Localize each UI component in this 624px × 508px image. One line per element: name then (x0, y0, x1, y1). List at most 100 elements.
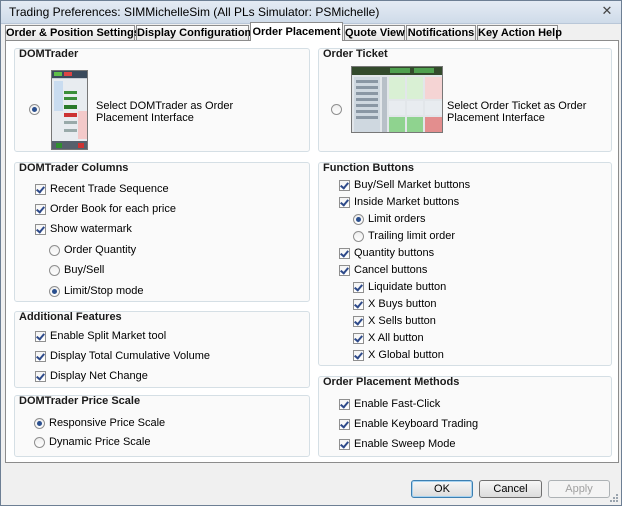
checkbox-box[interactable] (339, 196, 350, 208)
checkbox-label: Enable Sweep Mode (354, 438, 456, 450)
x-global-checkbox[interactable]: X Global button (353, 349, 444, 361)
placement-methods-group: Order Placement Methods Enable Fast-Clic… (318, 376, 612, 457)
buy-sell-market-checkbox[interactable]: Buy/Sell Market buttons (339, 179, 470, 191)
limit-orders-radio[interactable]: Limit orders (353, 213, 425, 225)
checkbox-box[interactable] (353, 315, 364, 327)
recent-trade-sequence-checkbox[interactable]: Recent Trade Sequence (35, 183, 169, 195)
checkbox-label: Recent Trade Sequence (50, 183, 169, 195)
title-bar: Trading Preferences: SIMMichelleSim (All… (1, 1, 621, 24)
fast-click-checkbox[interactable]: Enable Fast-Click (339, 398, 440, 410)
inside-market-checkbox[interactable]: Inside Market buttons (339, 196, 459, 208)
checkbox-box[interactable] (35, 350, 46, 362)
radio-label: Responsive Price Scale (49, 417, 166, 429)
split-market-checkbox[interactable]: Enable Split Market tool (35, 330, 166, 342)
checkbox-box[interactable] (35, 183, 46, 195)
x-all-checkbox[interactable]: X All button (353, 332, 424, 344)
tab-display-configuration[interactable]: Display Configuration (136, 25, 251, 40)
dynamic-price-scale-radio[interactable]: Dynamic Price Scale (34, 436, 150, 448)
checkbox-box[interactable] (339, 264, 350, 276)
radio-circle[interactable] (34, 417, 45, 429)
close-icon[interactable]: ✕ (600, 4, 614, 18)
preferences-window: Trading Preferences: SIMMichelleSim (All… (0, 0, 622, 506)
keyboard-trading-checkbox[interactable]: Enable Keyboard Trading (339, 418, 478, 430)
radio-label: Order Quantity (64, 244, 137, 256)
price-scale-title: DOMTrader Price Scale (19, 395, 141, 407)
domtrader-option[interactable] (29, 104, 44, 115)
checkbox-box[interactable] (35, 203, 46, 215)
function-buttons-group: Function Buttons Buy/Sell Market buttons… (318, 162, 612, 366)
radio-circle[interactable] (49, 264, 60, 276)
buy-sell-radio[interactable]: Buy/Sell (49, 264, 104, 276)
tab-order-placement[interactable]: Order Placement (250, 22, 343, 41)
tab-order-position-settings[interactable]: Order & Position Settings (5, 25, 140, 40)
radio-label: Trailing limit order (368, 230, 456, 242)
checkbox-label: Inside Market buttons (354, 196, 460, 208)
price-scale-group: DOMTrader Price Scale Responsive Price S… (14, 395, 310, 457)
order-book-checkbox[interactable]: Order Book for each price (35, 203, 176, 215)
checkbox-label: Enable Split Market tool (50, 330, 167, 342)
domtrader-preview-graphic (52, 71, 87, 149)
radio-circle[interactable] (34, 436, 45, 448)
ok-button[interactable]: OK (411, 480, 473, 498)
radio-circle[interactable] (353, 230, 364, 242)
function-buttons-title: Function Buttons (323, 162, 415, 174)
tab-key-action-help[interactable]: Key Action Help (477, 25, 562, 40)
domtrader-group: DOMTrader Select DOMTrader as Order Plac… (14, 48, 310, 152)
additional-features-group: Additional Features Enable Split Market … (14, 311, 310, 388)
sweep-mode-checkbox[interactable]: Enable Sweep Mode (339, 438, 456, 450)
checkbox-label: X Buys button (368, 298, 437, 310)
radio-label: Buy/Sell (64, 264, 105, 276)
checkbox-box[interactable] (35, 370, 46, 382)
cancel-buttons-checkbox[interactable]: Cancel buttons (339, 264, 427, 276)
additional-features-title: Additional Features (19, 311, 122, 323)
radio-circle[interactable] (353, 213, 364, 225)
tab-notifications[interactable]: Notifications (406, 25, 476, 40)
order-ticket-group: Order Ticket Select Order Ticket as Orde… (318, 48, 612, 152)
resize-grip-icon[interactable] (609, 493, 619, 503)
radio-label: Limit orders (368, 213, 426, 225)
checkbox-box[interactable] (35, 223, 46, 235)
radio-label: Dynamic Price Scale (49, 436, 151, 448)
order-quantity-radio[interactable]: Order Quantity (49, 244, 136, 256)
checkbox-box[interactable] (353, 281, 364, 293)
trailing-limit-radio[interactable]: Trailing limit order (353, 230, 455, 242)
x-sells-checkbox[interactable]: X Sells button (353, 315, 436, 327)
quantity-buttons-checkbox[interactable]: Quantity buttons (339, 247, 434, 259)
checkbox-box[interactable] (339, 179, 350, 191)
domtrader-radio[interactable] (29, 104, 40, 115)
checkbox-label: Display Total Cumulative Volume (50, 350, 210, 362)
checkbox-box[interactable] (35, 330, 46, 342)
show-watermark-checkbox[interactable]: Show watermark (35, 223, 132, 235)
domtrader-option-label: Select DOMTrader as Order Placement Inte… (96, 100, 234, 124)
order-ticket-radio[interactable] (331, 104, 342, 115)
apply-button[interactable]: Apply (548, 480, 610, 498)
radio-circle[interactable] (49, 285, 60, 297)
checkbox-label: Quantity buttons (354, 247, 435, 259)
checkbox-box[interactable] (339, 418, 350, 430)
responsive-price-scale-radio[interactable]: Responsive Price Scale (34, 417, 165, 429)
checkbox-label: Show watermark (50, 223, 132, 235)
radio-label: Limit/Stop mode (64, 285, 144, 297)
cancel-button[interactable]: Cancel (479, 480, 542, 498)
checkbox-label: Display Net Change (50, 370, 148, 382)
checkbox-box[interactable] (339, 438, 350, 450)
window-title: Trading Preferences: SIMMichelleSim (All… (9, 5, 380, 19)
checkbox-box[interactable] (339, 247, 350, 259)
net-change-checkbox[interactable]: Display Net Change (35, 370, 148, 382)
x-buys-checkbox[interactable]: X Buys button (353, 298, 437, 310)
tab-quote-view[interactable]: Quote View (344, 25, 405, 40)
order-ticket-group-title: Order Ticket (323, 48, 388, 60)
checkbox-label: X Global button (368, 349, 444, 361)
checkbox-label: Cancel buttons (354, 264, 428, 276)
radio-circle[interactable] (49, 244, 60, 256)
limit-stop-mode-radio[interactable]: Limit/Stop mode (49, 285, 143, 297)
checkbox-box[interactable] (353, 332, 364, 344)
checkbox-box[interactable] (353, 298, 364, 310)
checkbox-box[interactable] (339, 398, 350, 410)
order-ticket-option[interactable] (331, 104, 346, 115)
order-ticket-preview-graphic (352, 67, 442, 132)
checkbox-box[interactable] (353, 349, 364, 361)
liquidate-checkbox[interactable]: Liquidate button (353, 281, 446, 293)
checkbox-label: Liquidate button (368, 281, 447, 293)
total-cumulative-volume-checkbox[interactable]: Display Total Cumulative Volume (35, 350, 210, 362)
